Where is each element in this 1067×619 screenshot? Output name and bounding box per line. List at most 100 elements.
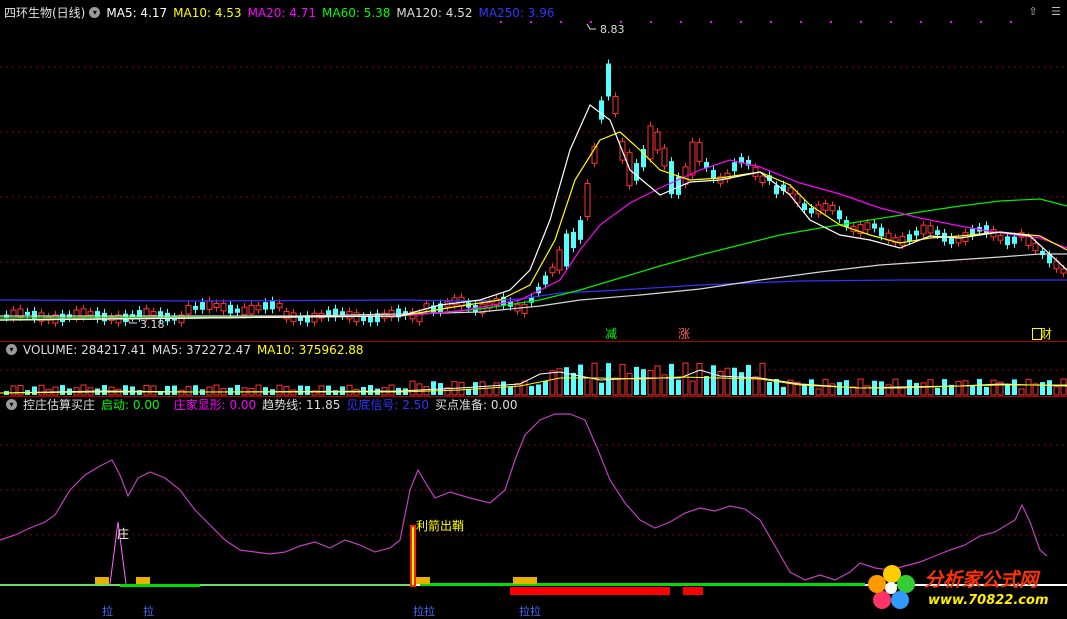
- volume-bar: [381, 387, 388, 396]
- volume-bar: [172, 385, 177, 395]
- volume-bar: [213, 384, 220, 396]
- indicator-header: ▾ 控庄估算买庄 启动: 0.00 庄家显形: 0.00 趋势线: 11.85 …: [4, 397, 524, 413]
- volume-bar: [73, 387, 80, 396]
- watermark-logo: 分析家公式网 www.70822.com: [866, 560, 1066, 616]
- chevron-down-icon[interactable]: ▾: [89, 7, 101, 18]
- volume-bar: [409, 380, 416, 396]
- volume-bar: [619, 363, 626, 396]
- volume-bar: [571, 372, 576, 395]
- prep-readout: 买点准备: 0.00: [434, 398, 518, 412]
- volume-bar: [248, 387, 255, 396]
- volume-bar: [130, 386, 135, 395]
- volume-bar: [368, 385, 373, 395]
- signal-readout: 见底信号: 2.50: [346, 398, 429, 412]
- volume-bar: [892, 378, 899, 396]
- volume-bar: [283, 386, 290, 396]
- price-pane[interactable]: 四环生物(日线) ▾ MA5: 4.17 MA10: 4.53 MA20: 4.…: [0, 0, 1067, 341]
- stock-title: 四环生物(日线): [4, 6, 86, 20]
- volume-bar: [1032, 383, 1039, 396]
- volume-bar: [193, 385, 198, 395]
- volume-bar: [872, 380, 877, 395]
- up-arrow-icon[interactable]: ⇧: [1028, 5, 1037, 18]
- volume-bar: [634, 366, 639, 395]
- volume-bar: [235, 385, 240, 395]
- volume-bar: [682, 362, 689, 396]
- vol-ma10-line: [0, 376, 1067, 394]
- volume-bar: [444, 387, 451, 396]
- volume-bar: [143, 385, 150, 396]
- chevron-down-icon[interactable]: ▾: [6, 399, 17, 410]
- volume-bar: [781, 386, 786, 395]
- volume-bar: [857, 378, 864, 396]
- volume-bar: [696, 363, 703, 396]
- volume-bar: [935, 387, 940, 395]
- ma5-readout: MA5: 4.17: [106, 6, 168, 20]
- volume-bar: [346, 384, 353, 396]
- volume-bar: [388, 384, 395, 396]
- volume-bar: [724, 367, 731, 396]
- volume-bar: [844, 380, 849, 395]
- volume-bar: [95, 388, 100, 395]
- volume-bar: [200, 389, 205, 395]
- volume-bar: [536, 384, 541, 395]
- volume-bar: [606, 363, 611, 395]
- volume-bar: [466, 388, 471, 395]
- volume-bar: [1053, 386, 1060, 396]
- volume-bar: [451, 381, 458, 396]
- volume-bar: [899, 387, 906, 396]
- volume-bar: [1005, 383, 1010, 395]
- volume-bar: [479, 381, 486, 396]
- volume-bar: [361, 386, 366, 395]
- volume-bar: [416, 383, 423, 396]
- volume-bar: [578, 364, 583, 395]
- volume-bar: [137, 390, 142, 395]
- volume-bar: [970, 385, 975, 395]
- volume-bar: [717, 371, 724, 396]
- volume-bar: [508, 386, 513, 395]
- volume-bar: [591, 362, 598, 396]
- volume-bar: [45, 388, 52, 396]
- rise-event-label[interactable]: 涨: [678, 325, 690, 342]
- volume-bar: [17, 385, 24, 396]
- chevron-down-icon[interactable]: ▾: [6, 344, 17, 355]
- volume-bar: [353, 388, 360, 396]
- volume-bar: [340, 386, 345, 395]
- volume-bar: [276, 384, 283, 396]
- volume-bar: [787, 379, 794, 396]
- volume-bar: [290, 389, 297, 396]
- volume-bar: [473, 382, 478, 395]
- volume-bar: [1047, 380, 1052, 395]
- menu-icon[interactable]: ☰: [1051, 5, 1061, 18]
- volume-bar: [752, 376, 759, 396]
- volume-bar: [87, 387, 94, 396]
- low-price-label: 3.18: [140, 318, 165, 331]
- volume-bar: [4, 391, 9, 395]
- volume-bar: [305, 386, 310, 395]
- volume-bar: [746, 364, 751, 395]
- volume-bar: [837, 382, 842, 395]
- volume-bar: [458, 381, 465, 396]
- corner-controls[interactable]: ⇧ ☰: [1028, 5, 1061, 18]
- volume-bar: [704, 376, 709, 395]
- volume-bar: [584, 377, 591, 396]
- volume-bar: [879, 381, 884, 395]
- volume-bar: [984, 386, 989, 395]
- vol-ma5-line: [0, 369, 1067, 394]
- volume-bar: [396, 387, 401, 395]
- volume-bar: [333, 390, 338, 395]
- volume-bar: [850, 386, 857, 396]
- volume-bar: [669, 363, 674, 395]
- volume-bar: [955, 380, 962, 396]
- volume-bar: [815, 388, 822, 396]
- volume-bar: [641, 369, 646, 395]
- volume-bar: [25, 390, 30, 395]
- volume-bar: [1018, 388, 1025, 396]
- volume-bar: [263, 387, 268, 395]
- volume-bar: [759, 362, 766, 396]
- reduce-event-label[interactable]: 减: [605, 325, 617, 342]
- volume-bar: [809, 379, 814, 395]
- volume-bar: [907, 379, 912, 395]
- price-header: 四环生物(日线) ▾ MA5: 4.17 MA10: 4.53 MA20: 4.…: [4, 5, 561, 21]
- volume-bar: [501, 381, 506, 395]
- volume-bar: [206, 386, 213, 396]
